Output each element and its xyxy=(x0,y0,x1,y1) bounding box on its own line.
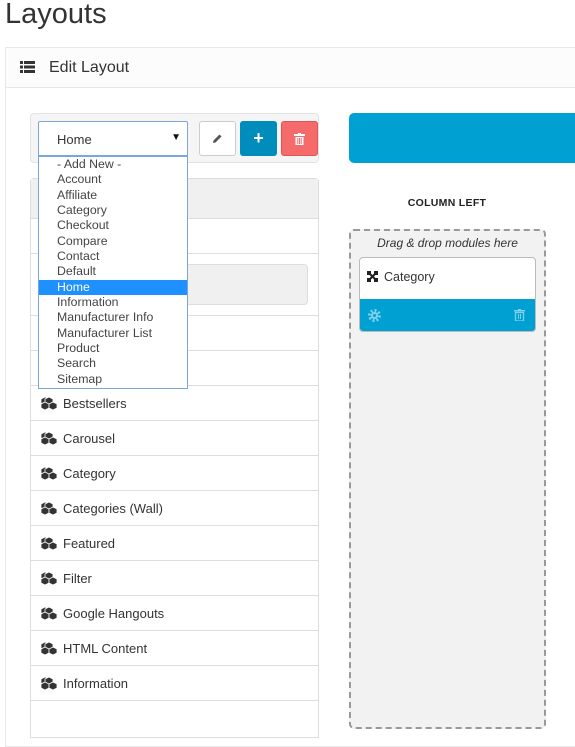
dropdown-option[interactable]: Category xyxy=(39,203,187,218)
module-list-item[interactable]: Categories (Wall) xyxy=(31,491,318,526)
caret-down-icon: ▼ xyxy=(171,132,181,143)
column-left-label: COLUMN LEFT xyxy=(407,197,487,209)
dropdown-option[interactable]: Search xyxy=(39,356,187,371)
module-list-item[interactable]: Carousel xyxy=(31,421,318,456)
puzzle-icon xyxy=(41,572,57,585)
module-label: Filter xyxy=(63,571,92,586)
module-actions xyxy=(360,299,535,331)
dropdown-option[interactable]: Affiliate xyxy=(39,188,187,203)
module-label: Google Hangouts xyxy=(63,606,165,621)
module-list-item[interactable]: Information xyxy=(31,666,318,701)
plus-icon: + xyxy=(253,128,264,148)
dropdown-option[interactable]: Sitemap xyxy=(39,372,187,387)
dropdown-option[interactable]: Manufacturer Info xyxy=(39,310,187,325)
puzzle-icon xyxy=(41,502,57,515)
layout-select-value: Home xyxy=(57,132,92,147)
module-list-item[interactable]: Google Hangouts xyxy=(31,596,318,631)
add-layout-button[interactable]: + xyxy=(240,121,277,156)
puzzle-icon xyxy=(41,537,57,550)
trash-icon xyxy=(294,132,305,145)
module-list-item[interactable]: Bestsellers xyxy=(31,386,318,421)
module-label: Information xyxy=(63,676,129,691)
page-title: Layouts xyxy=(5,0,107,30)
list-icon xyxy=(20,61,35,73)
edit-layout-button[interactable] xyxy=(199,121,236,156)
pencil-icon xyxy=(213,134,222,143)
module-list-item[interactable]: Category xyxy=(31,456,318,491)
panel-heading: Edit Layout xyxy=(5,47,575,88)
dropdown-option[interactable]: Checkout xyxy=(39,218,187,233)
module-label: Categories (Wall) xyxy=(63,501,163,516)
dropdown-option[interactable]: Contact xyxy=(39,249,187,264)
dropdown-option[interactable]: Information xyxy=(39,295,187,310)
puzzle-icon xyxy=(41,467,57,480)
dropdown-option[interactable]: - Add New - xyxy=(39,157,187,172)
move-icon[interactable] xyxy=(367,271,378,282)
module-name: Category xyxy=(384,270,435,284)
layout-select[interactable]: Home ▼ xyxy=(38,121,188,156)
layout-dropdown-list[interactable]: - Add New - Account Affiliate Category Check… xyxy=(38,156,188,389)
gear-icon[interactable] xyxy=(368,309,381,322)
module-label: Featured xyxy=(63,536,116,551)
delete-layout-button[interactable] xyxy=(281,121,318,156)
column-module-card[interactable]: Category xyxy=(359,257,536,332)
puzzle-icon xyxy=(41,677,57,690)
puzzle-icon xyxy=(41,607,57,620)
puzzle-icon xyxy=(41,642,57,655)
module-label: Carousel xyxy=(63,431,116,446)
module-list-item[interactable]: HTML Content xyxy=(31,631,318,666)
puzzle-icon xyxy=(41,432,57,445)
module-list-item[interactable]: Filter xyxy=(31,561,318,596)
module-label: HTML Content xyxy=(63,641,148,656)
dropzone-hint: Drag & drop modules here xyxy=(377,236,518,250)
module-label: Category xyxy=(63,466,116,481)
dropdown-option[interactable]: Account xyxy=(39,172,187,187)
module-list-item[interactable]: Featured xyxy=(31,526,318,561)
dropdown-option[interactable]: Manufacturer List xyxy=(39,326,187,341)
dropdown-option[interactable]: Default xyxy=(39,264,187,279)
dropdown-option[interactable]: Home xyxy=(39,279,187,296)
dropdown-option[interactable]: Compare xyxy=(39,234,187,249)
puzzle-icon xyxy=(41,397,57,410)
panel-title: Edit Layout xyxy=(49,59,130,76)
trash-icon[interactable] xyxy=(514,309,525,321)
module-label: Bestsellers xyxy=(63,396,127,411)
dropdown-option[interactable]: Product xyxy=(39,341,187,356)
content-top-bar xyxy=(349,113,575,163)
